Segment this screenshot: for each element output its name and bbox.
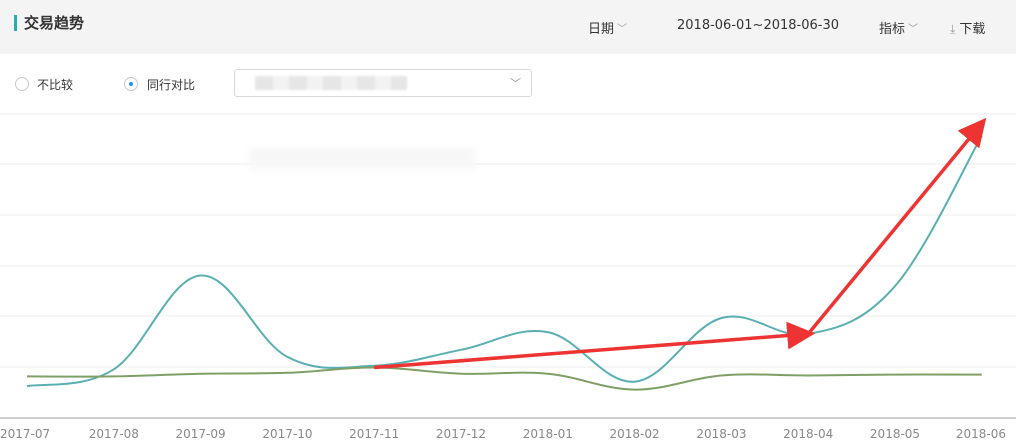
- download-button[interactable]: ⤓ 下载: [950, 18, 985, 37]
- peer-select[interactable]: ﹀: [234, 69, 532, 97]
- x-tick-label: 2017-07: [0, 427, 50, 441]
- x-tick-label: 2018-02: [610, 427, 660, 441]
- metric-dropdown[interactable]: 指标 ﹀: [879, 18, 918, 37]
- page-title: 交易趋势: [24, 14, 85, 32]
- x-tick-label: 2018-03: [696, 427, 746, 441]
- blurred-selection: [255, 76, 407, 90]
- annotation-arrow-2: [806, 117, 987, 336]
- series-line-2: [26, 366, 982, 391]
- download-label: 下载: [959, 22, 986, 37]
- no-compare-radio[interactable]: [15, 77, 29, 91]
- chevron-down-icon: ﹀: [908, 24, 919, 35]
- x-tick-label: 2018-05: [870, 427, 920, 441]
- annotation-arrow-1: [374, 321, 816, 370]
- x-tick-label: 2017-11: [349, 427, 399, 441]
- x-tick-label: 2017-09: [176, 427, 226, 441]
- date-label: 日期: [588, 22, 615, 37]
- x-tick-label: 2018-01: [523, 427, 573, 441]
- date-dropdown[interactable]: 日期 ﹀: [588, 18, 627, 37]
- peer-compare-radio[interactable]: [124, 77, 138, 91]
- metric-label: 指标: [879, 22, 906, 37]
- blurred-overlay: [250, 148, 475, 170]
- header-bar: 交易趋势 日期 ﹀ 2018-06-01~2018-06-30 指标 ﹀ ⤓ 下载: [0, 0, 1016, 54]
- series-line-1: [26, 135, 983, 388]
- date-range[interactable]: 2018-06-01~2018-06-30: [677, 18, 839, 33]
- x-tick-label: 2017-08: [89, 427, 139, 441]
- title-accent-bar: [14, 15, 17, 31]
- peer-compare-label[interactable]: 同行对比: [147, 76, 195, 93]
- trade-trend-chart: 2017-07 2017-08 2017-09 2017-10 2017-11 2017-…: [0, 113, 1016, 441]
- no-compare-label[interactable]: 不比较: [37, 76, 73, 93]
- x-tick-label: 2018-06: [956, 427, 1006, 441]
- chevron-down-icon: ﹀: [617, 24, 628, 35]
- chevron-down-icon: ﹀: [510, 77, 521, 90]
- x-tick-label: 2017-12: [436, 427, 486, 441]
- x-tick-label: 2018-04: [783, 427, 833, 441]
- x-tick-label: 2017-10: [262, 427, 312, 441]
- download-icon: ⤓: [950, 22, 956, 36]
